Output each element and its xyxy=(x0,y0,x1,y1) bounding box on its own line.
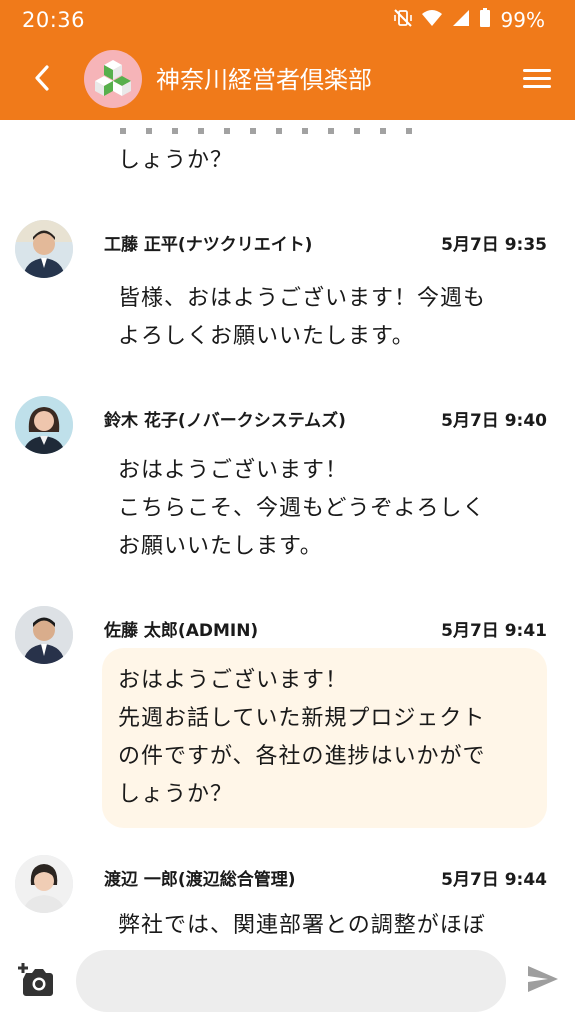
group-avatar[interactable] xyxy=(84,50,142,108)
sender-name: 工藤 正平(ナツクリエイト) xyxy=(104,235,313,255)
chat-header: 神奈川経営者倶楽部 xyxy=(0,40,575,120)
avatar[interactable] xyxy=(15,606,73,664)
message-timestamp: 5月7日 9:44 xyxy=(441,870,547,890)
camera-button[interactable] xyxy=(14,960,58,1004)
previous-message-tail: しょうか？ xyxy=(118,148,234,173)
chat-message-list[interactable]: しょうか？ 工藤 正平(ナツクリエイト) 5月7日 9:35 皆様、おはようござ… xyxy=(0,120,575,940)
clipped-text-fragment xyxy=(120,128,420,134)
status-time: 20:36 xyxy=(22,8,86,32)
battery-percentage: 99% xyxy=(500,8,545,32)
battery-icon xyxy=(479,8,491,32)
cube-logo-icon xyxy=(95,60,131,96)
vibrate-off-icon xyxy=(393,8,413,32)
avatar[interactable] xyxy=(15,855,73,913)
message-input[interactable] xyxy=(76,950,506,1012)
send-icon xyxy=(526,964,560,998)
sender-name: 渡辺 一郎(渡辺総合管理) xyxy=(104,870,296,890)
message-text: おはようございます！ こちらこそ、今週もどうぞよろしく お願いいたします。 xyxy=(118,458,486,559)
add-photo-camera-icon xyxy=(16,961,56,1003)
menu-button[interactable] xyxy=(517,60,557,100)
message-text: おはようございます！ 先週お話していた新規プロジェクト の件ですが、各社の進捗は… xyxy=(118,668,486,807)
sender-name: 鈴木 花子(ノバークシステムズ) xyxy=(104,411,346,431)
back-button[interactable] xyxy=(22,60,62,100)
message-timestamp: 5月7日 9:35 xyxy=(441,235,547,255)
message-text: 弊社では、関連部署との調整がほぼ xyxy=(118,913,486,938)
status-icons: 99% xyxy=(393,8,545,32)
group-title: 神奈川経営者倶楽部 xyxy=(156,66,372,94)
highlighted-message-bubble: おはようございます！ 先週お話していた新規プロジェクト の件ですが、各社の進捗は… xyxy=(102,648,547,828)
cellular-signal-icon xyxy=(451,8,471,32)
send-button[interactable] xyxy=(520,958,566,1004)
sender-name: 佐藤 太郎(ADMIN) xyxy=(104,621,259,641)
avatar[interactable] xyxy=(15,220,73,278)
hamburger-menu-icon xyxy=(523,67,551,93)
status-bar: 20:36 99% xyxy=(0,0,575,40)
chevron-left-icon xyxy=(32,64,52,96)
avatar[interactable] xyxy=(15,396,73,454)
message-timestamp: 5月7日 9:41 xyxy=(441,621,547,641)
message-composer xyxy=(0,940,575,1024)
message-timestamp: 5月7日 9:40 xyxy=(441,411,547,431)
wifi-icon xyxy=(421,8,443,32)
message-text: 皆様、おはようございます！今週も よろしくお願いいたします。 xyxy=(118,286,487,349)
